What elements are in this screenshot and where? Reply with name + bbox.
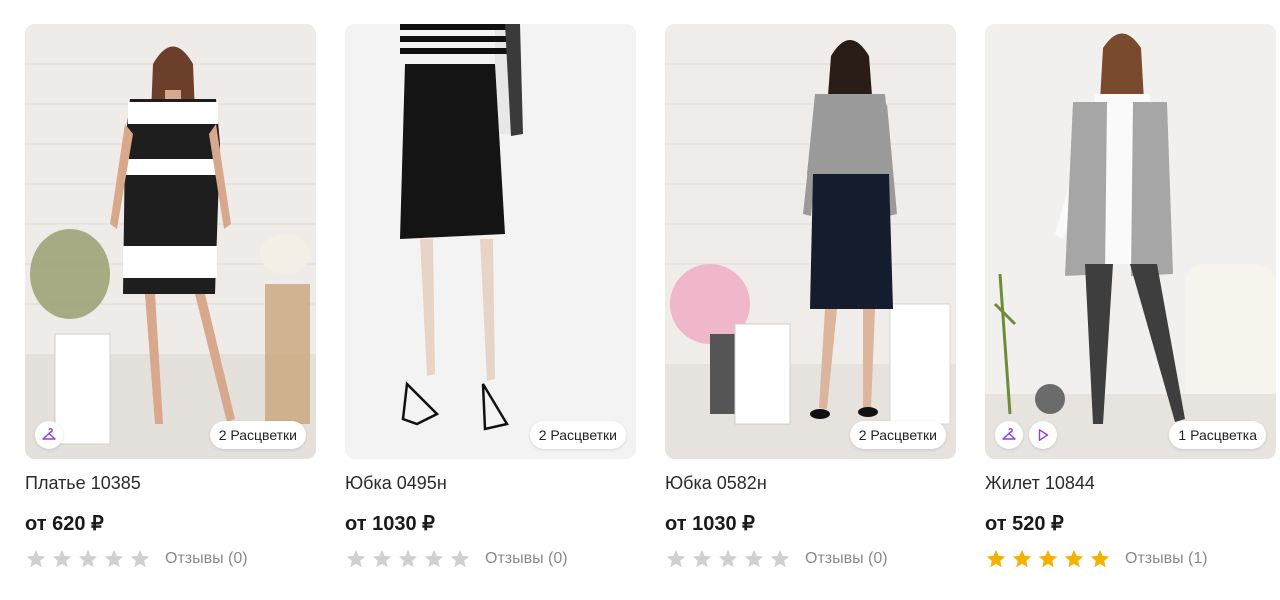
- reviews-link[interactable]: Отзывы (0): [485, 550, 568, 568]
- hanger-button[interactable]: [35, 421, 63, 449]
- star-icon: [718, 549, 738, 568]
- product-image[interactable]: 2 Расцветки: [345, 24, 636, 459]
- hanger-button[interactable]: [995, 421, 1023, 449]
- star-icon: [78, 549, 98, 568]
- star-icon: [986, 549, 1006, 568]
- star-icon: [26, 549, 46, 568]
- dress-photo: [25, 24, 316, 459]
- star-icon: [372, 549, 392, 568]
- product-grid: 2 Расцветки Платье 10385 от 620 ₽ Отзывы…: [25, 24, 1277, 584]
- star-rating: [665, 548, 795, 570]
- star-icon: [346, 549, 366, 568]
- vest-photo: [985, 24, 1276, 459]
- star-icon: [52, 549, 72, 568]
- star-rating: [345, 548, 475, 570]
- product-price: от 1030 ₽: [665, 513, 755, 535]
- product-rating: Отзывы (1): [985, 547, 1208, 571]
- product-card[interactable]: 2 Расцветки Юбка 0582н от 1030 ₽ Отзывы …: [665, 24, 956, 584]
- skirt-photo: [345, 24, 636, 459]
- star-icon: [424, 549, 444, 568]
- product-price: от 620 ₽: [25, 513, 104, 535]
- star-icon: [666, 549, 686, 568]
- product-title[interactable]: Юбка 0582н: [665, 473, 767, 494]
- star-icon: [1090, 549, 1110, 568]
- star-icon: [104, 549, 124, 568]
- star-icon: [130, 549, 150, 568]
- play-icon: [1038, 429, 1049, 441]
- star-icon: [1038, 549, 1058, 568]
- star-icon: [770, 549, 790, 568]
- star-icon: [744, 549, 764, 568]
- product-title[interactable]: Юбка 0495н: [345, 473, 447, 494]
- reviews-link[interactable]: Отзывы (0): [805, 550, 888, 568]
- product-image[interactable]: 2 Расцветки: [665, 24, 956, 459]
- product-image[interactable]: 1 Расцветка: [985, 24, 1276, 459]
- star-rating: [25, 548, 155, 570]
- star-icon: [692, 549, 712, 568]
- hanger-icon: [1002, 428, 1016, 440]
- color-variants-badge[interactable]: 2 Расцветки: [849, 421, 946, 449]
- skirt-photo: [665, 24, 956, 459]
- color-variants-badge[interactable]: 1 Расцветка: [1169, 421, 1266, 449]
- video-button[interactable]: [1029, 421, 1057, 449]
- star-icon: [398, 549, 418, 568]
- hanger-icon: [42, 428, 56, 440]
- color-variants-badge[interactable]: 2 Расцветки: [209, 421, 306, 449]
- product-image[interactable]: 2 Расцветки: [25, 24, 316, 459]
- product-price: от 520 ₽: [985, 513, 1064, 535]
- product-rating: Отзывы (0): [345, 547, 568, 571]
- star-rating: [985, 548, 1115, 570]
- product-title[interactable]: Платье 10385: [25, 473, 141, 494]
- reviews-link[interactable]: Отзывы (1): [1125, 550, 1208, 568]
- star-icon: [450, 549, 470, 568]
- color-variants-badge[interactable]: 2 Расцветки: [529, 421, 626, 449]
- product-card[interactable]: 2 Расцветки Платье 10385 от 620 ₽ Отзывы…: [25, 24, 316, 584]
- star-icon: [1064, 549, 1084, 568]
- star-icon: [1012, 549, 1032, 568]
- product-rating: Отзывы (0): [25, 547, 248, 571]
- product-rating: Отзывы (0): [665, 547, 888, 571]
- product-card[interactable]: 1 Расцветка Жилет 10844 от 520 ₽ Отзывы …: [985, 24, 1276, 584]
- product-price: от 1030 ₽: [345, 513, 435, 535]
- product-card[interactable]: 2 Расцветки Юбка 0495н от 1030 ₽ Отзывы …: [345, 24, 636, 584]
- reviews-link[interactable]: Отзывы (0): [165, 550, 248, 568]
- product-title[interactable]: Жилет 10844: [985, 473, 1095, 494]
